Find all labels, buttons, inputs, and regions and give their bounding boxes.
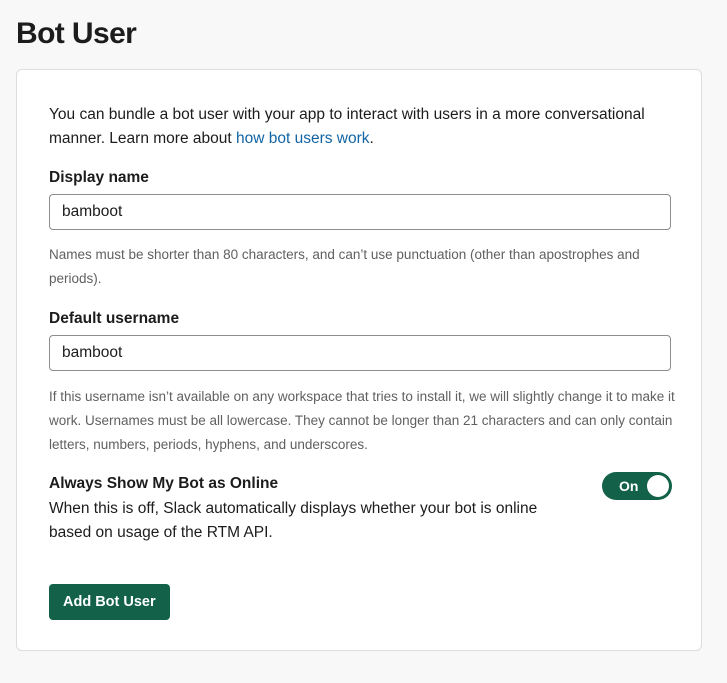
display-name-hint: Names must be shorter than 80 characters… (49, 247, 640, 286)
toggle-state-label: On (619, 478, 639, 494)
intro-text: You can bundle a bot user with your app … (49, 103, 679, 151)
page-title: Bot User (16, 17, 137, 50)
toggle-knob (647, 475, 669, 497)
bot-users-docs-link[interactable]: how bot users work (236, 130, 370, 147)
always-online-title: Always Show My Bot as Online (49, 475, 279, 492)
add-bot-user-button[interactable]: Add Bot User (49, 584, 170, 620)
default-username-label: Default username (49, 310, 180, 327)
always-online-description: When this is off, Slack automatically di… (49, 500, 538, 541)
default-username-input[interactable] (49, 335, 671, 371)
display-name-input[interactable] (49, 194, 671, 230)
default-username-hint: If this username isn’t available on any … (49, 389, 675, 452)
intro-suffix: . (369, 130, 374, 147)
bot-user-card: You can bundle a bot user with your app … (16, 69, 702, 651)
always-online-toggle[interactable]: On (602, 472, 672, 500)
display-name-label: Display name (49, 169, 149, 186)
